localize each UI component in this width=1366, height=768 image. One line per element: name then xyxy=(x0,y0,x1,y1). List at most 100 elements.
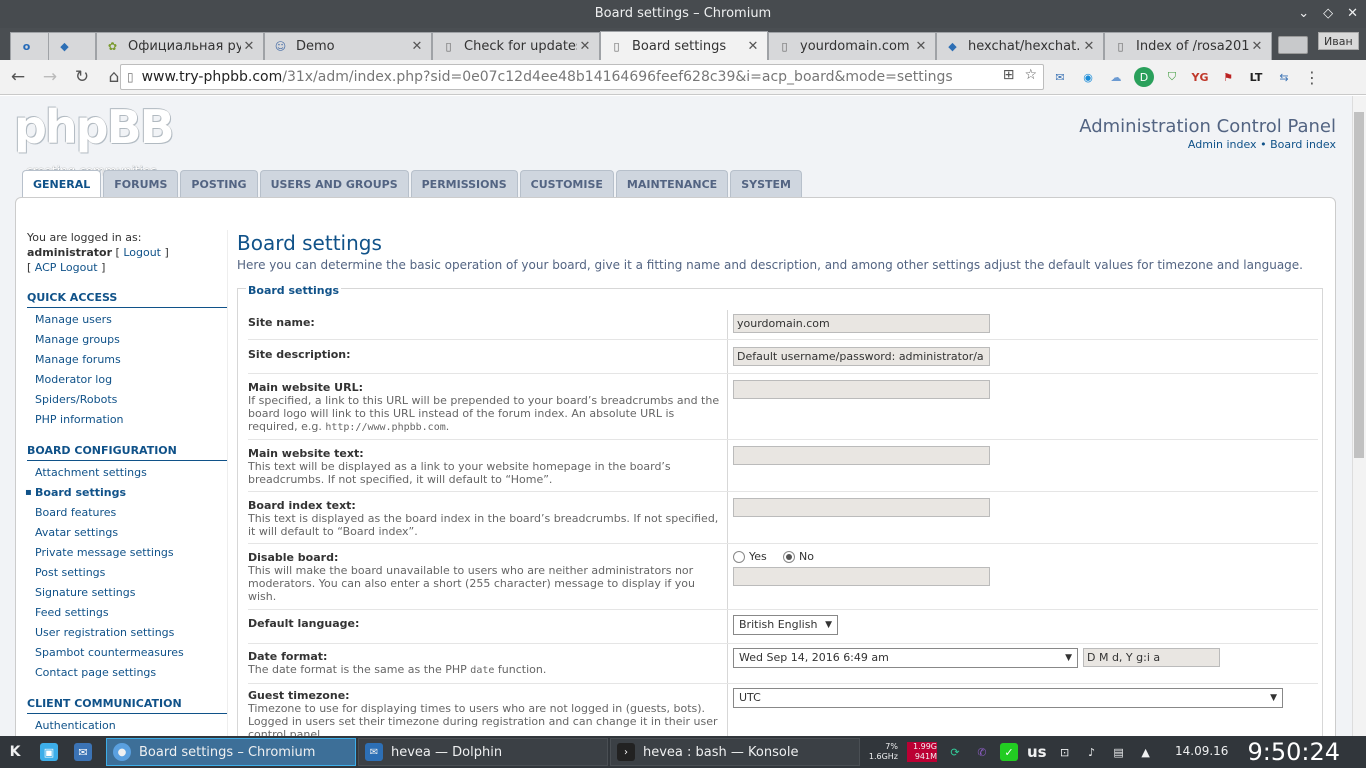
disable-board-yes-radio[interactable]: Yes xyxy=(733,550,767,563)
back-icon[interactable]: ← xyxy=(4,63,32,91)
check-icon[interactable]: ✓ xyxy=(1000,743,1018,761)
tab-official[interactable]: ✿ Официальная рус ✕ xyxy=(96,32,264,60)
disable-message-input[interactable] xyxy=(733,567,990,586)
address-bar[interactable]: ▯ www.try-phpbb.com/31x/adm/index.php?si… xyxy=(120,64,1044,90)
profile-button[interactable]: Иван xyxy=(1318,32,1359,50)
menu-item-moderator-log[interactable]: Moderator log xyxy=(27,370,227,390)
forward-icon[interactable]: → xyxy=(36,63,64,91)
flag-icon[interactable]: ⚑ xyxy=(1218,67,1238,87)
cpu-monitor[interactable]: 7% 1.6GHz xyxy=(868,742,898,762)
tab-customise[interactable]: CUSTOMISE xyxy=(519,170,614,197)
tab-close-icon[interactable]: ✕ xyxy=(745,39,761,54)
main-website-url-input[interactable] xyxy=(733,380,990,399)
board-index-link[interactable]: Board index xyxy=(1270,138,1336,151)
disable-board-no-radio[interactable]: No xyxy=(783,550,814,563)
translate-icon[interactable]: ⇆ xyxy=(1274,67,1294,87)
tab-close-icon[interactable]: ✕ xyxy=(577,39,593,54)
menu-item-spiders-robots[interactable]: Spiders/Robots xyxy=(27,390,227,410)
tab-maintenance[interactable]: MAINTENANCE xyxy=(615,170,729,197)
reload-icon[interactable]: ↻ xyxy=(68,63,96,91)
tab-close-icon[interactable]: ✕ xyxy=(241,39,257,54)
menu-item-signature-settings[interactable]: Signature settings xyxy=(27,583,227,603)
menu-item-contact-page-settings[interactable]: Contact page settings xyxy=(27,663,227,683)
menu-item-user-registration-settings[interactable]: User registration settings xyxy=(27,623,227,643)
menu-item-manage-groups[interactable]: Manage groups xyxy=(27,330,227,350)
tab-close-icon[interactable]: ✕ xyxy=(1081,39,1097,54)
bookmark-star-icon[interactable]: ☆ xyxy=(1024,67,1037,83)
admin-index-link[interactable]: Admin index xyxy=(1188,138,1257,151)
cloud-icon[interactable]: ☁ xyxy=(1106,67,1126,87)
tab-hexchat[interactable]: ◆ hexchat/hexchat.s ✕ xyxy=(936,32,1104,60)
tab-posting[interactable]: POSTING xyxy=(180,170,258,197)
tab-demo[interactable]: ☺ Demo ✕ xyxy=(264,32,432,60)
menu-item-board-settings[interactable]: Board settings xyxy=(25,483,227,503)
menu-item-feed-settings[interactable]: Feed settings xyxy=(27,603,227,623)
maximize-icon[interactable]: ◇ xyxy=(1323,0,1333,28)
volume-icon[interactable]: ♪ xyxy=(1083,743,1101,761)
mail-app-icon[interactable]: ✉ xyxy=(74,743,92,761)
tab-forums[interactable]: FORUMS xyxy=(103,170,179,197)
tab-users-and-groups[interactable]: USERS AND GROUPS xyxy=(259,170,409,197)
tab-close-icon[interactable]: ✕ xyxy=(409,39,425,54)
yg-icon[interactable]: YG xyxy=(1190,67,1210,87)
tab-board-settings[interactable]: ▯ Board settings ✕ xyxy=(600,31,768,60)
main-website-text-input[interactable] xyxy=(733,446,990,465)
tab-system[interactable]: SYSTEM xyxy=(730,170,802,197)
label-board-index-text: Board index text: xyxy=(248,499,356,512)
doc-icon: ▯ xyxy=(1117,40,1124,53)
kde-launcher-icon[interactable]: K xyxy=(6,743,24,761)
menu-item-php-information[interactable]: PHP information xyxy=(27,410,227,430)
menu-item-attachment-settings[interactable]: Attachment settings xyxy=(27,463,227,483)
menu-item-avatar-settings[interactable]: Avatar settings xyxy=(27,523,227,543)
site-name-input[interactable]: yourdomain.com xyxy=(733,314,990,333)
menu-item-private-message-settings[interactable]: Private message settings xyxy=(27,543,227,563)
sync-icon[interactable]: ⟳ xyxy=(946,743,964,761)
menu-item-board-features[interactable]: Board features xyxy=(27,503,227,523)
tab-general[interactable]: GENERAL xyxy=(22,170,102,198)
tab-permissions[interactable]: PERMISSIONS xyxy=(410,170,518,197)
task-konsole[interactable]: › hevea : bash — Konsole xyxy=(610,738,860,766)
mail-icon[interactable]: ✉ xyxy=(1050,67,1070,87)
viber-icon[interactable]: ✆ xyxy=(973,743,991,761)
tab-pinned-layers[interactable]: ◆ xyxy=(48,32,96,60)
site-description-input[interactable]: Default username/password: administrator… xyxy=(733,347,990,366)
tab-pinned-opera[interactable]: o xyxy=(10,32,50,60)
minimize-icon[interactable]: ⌄ xyxy=(1298,0,1309,28)
menu-item-post-settings[interactable]: Post settings xyxy=(27,563,227,583)
tab-close-icon[interactable]: ✕ xyxy=(913,39,929,54)
tab-check-updates[interactable]: ▯ Check for updates ✕ xyxy=(432,32,600,60)
show-desktop-icon[interactable]: ▣ xyxy=(40,743,58,761)
guest-timezone-select[interactable]: UTC ▼ xyxy=(733,688,1283,708)
tray-expand-icon[interactable]: ▲ xyxy=(1137,743,1155,761)
lt-icon[interactable]: LT xyxy=(1246,67,1266,87)
logout-link[interactable]: Logout xyxy=(123,246,161,259)
menu-item-authentication[interactable]: Authentication xyxy=(27,716,227,736)
menu-item-manage-forums[interactable]: Manage forums xyxy=(27,350,227,370)
translate-page-icon[interactable]: ⊞ xyxy=(1003,67,1015,83)
board-index-text-input[interactable] xyxy=(733,498,990,517)
task-chromium[interactable]: ● Board settings – Chromium xyxy=(106,738,356,766)
task-dolphin[interactable]: ✉ hevea — Dolphin xyxy=(358,738,608,766)
menu-item-manage-users[interactable]: Manage users xyxy=(27,310,227,330)
tab-index-rosa[interactable]: ▯ Index of /rosa201 ✕ xyxy=(1104,32,1272,60)
memory-monitor[interactable]: 1.99G 941M xyxy=(907,742,937,762)
shield-icon[interactable]: ⛉ xyxy=(1162,67,1182,87)
menu-item-spambot-countermeasures[interactable]: Spambot countermeasures xyxy=(27,643,227,663)
clock[interactable]: 9:50:24 xyxy=(1247,736,1340,768)
close-icon[interactable]: ✕ xyxy=(1347,0,1358,28)
default-language-select[interactable]: British English ▼ xyxy=(733,615,838,635)
menu-icon[interactable]: ⋮ xyxy=(1302,67,1322,87)
acp-logout-link[interactable]: ACP Logout xyxy=(35,261,98,274)
clipboard-icon[interactable]: ▤ xyxy=(1110,743,1128,761)
tab-close-icon[interactable]: ✕ xyxy=(1249,39,1265,54)
scrollbar-thumb[interactable] xyxy=(1354,112,1364,458)
network-icon[interactable]: ⊡ xyxy=(1056,743,1074,761)
keyboard-layout[interactable]: us xyxy=(1027,743,1047,761)
date-format-select[interactable]: Wed Sep 14, 2016 6:49 am ▼ xyxy=(733,648,1078,668)
new-tab-button[interactable] xyxy=(1278,36,1308,54)
d-icon[interactable]: D xyxy=(1134,67,1154,87)
phpbb-logo[interactable]: phpBB creating communities xyxy=(14,104,175,178)
date-format-custom-input[interactable]: D M d, Y g:i a xyxy=(1083,648,1220,667)
chat-icon[interactable]: ◉ xyxy=(1078,67,1098,87)
tab-yourdomain[interactable]: ▯ yourdomain.com ✕ xyxy=(768,32,936,60)
